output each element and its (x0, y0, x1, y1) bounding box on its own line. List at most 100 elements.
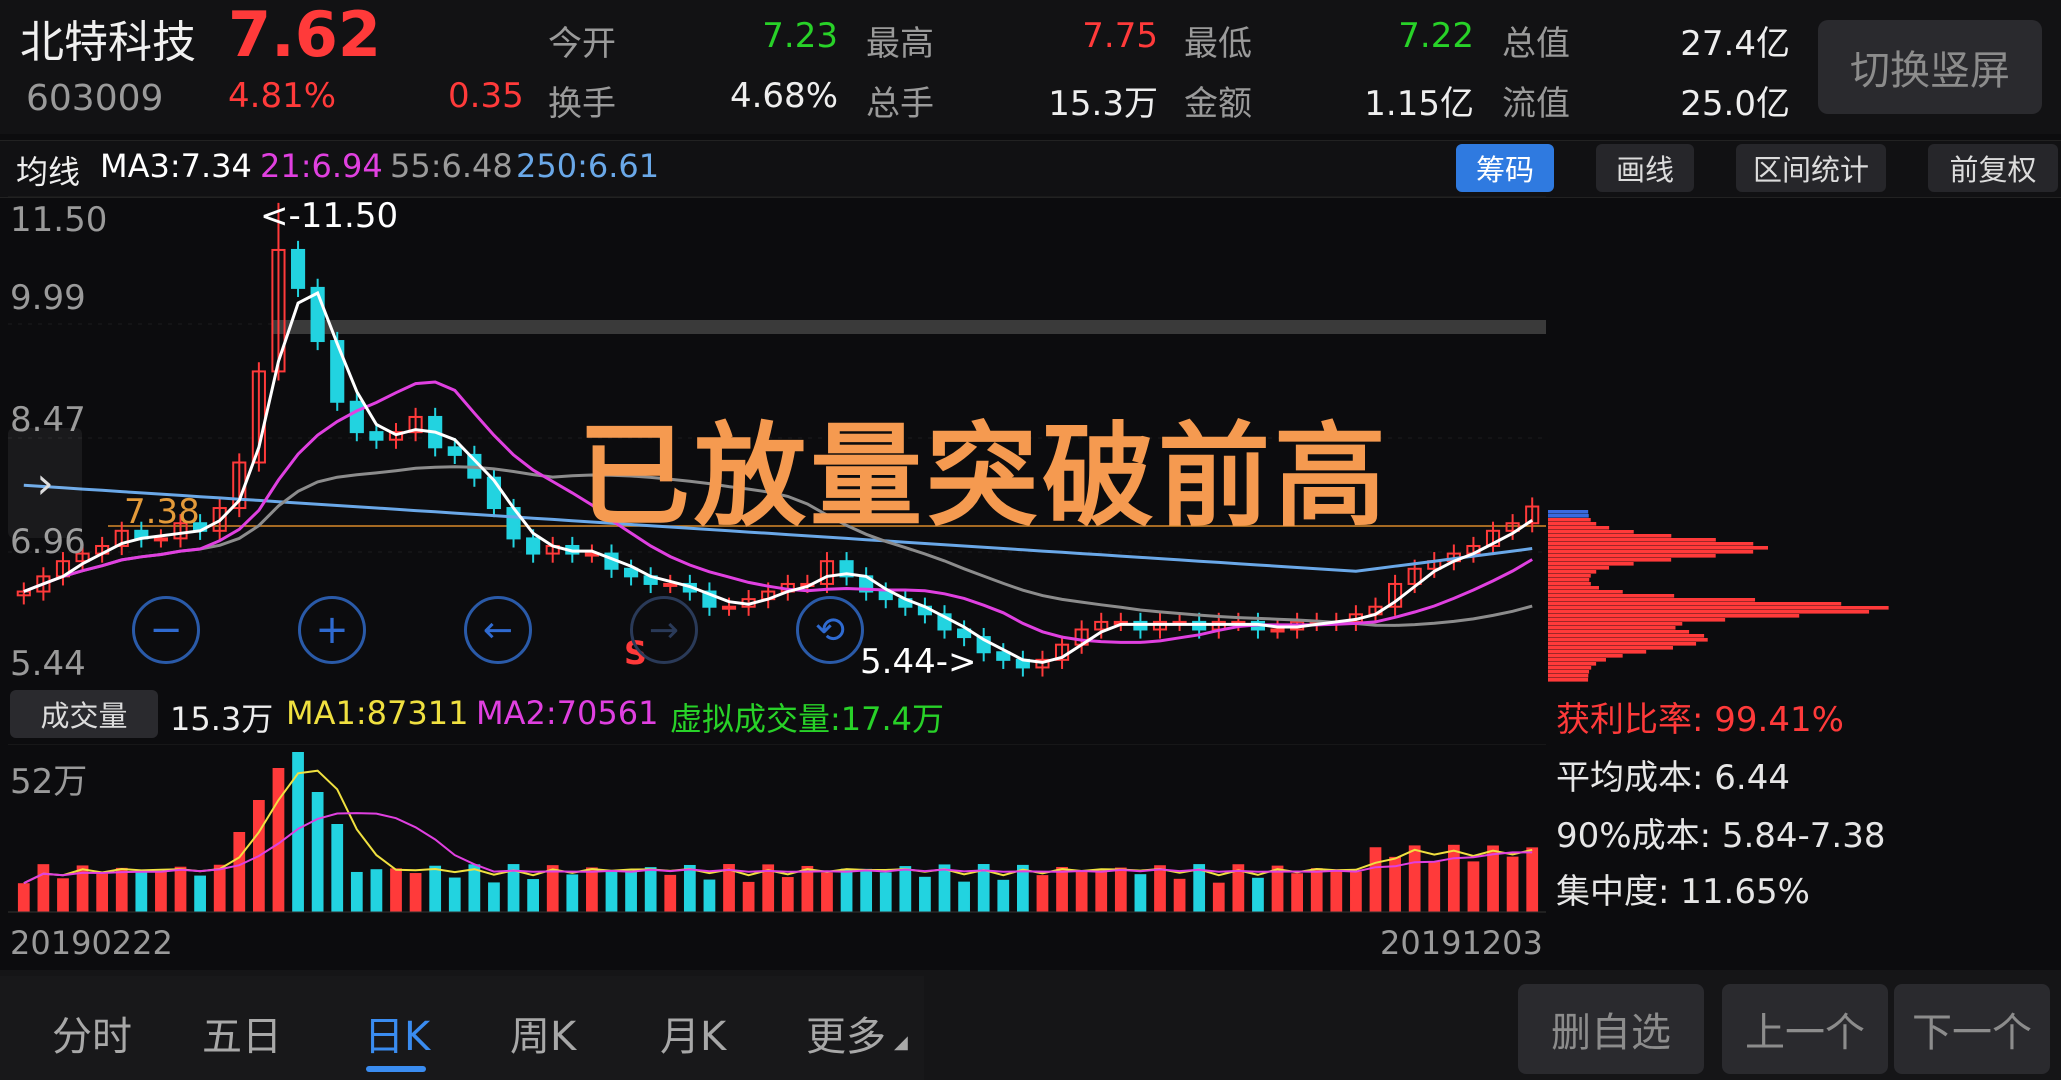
stock-code: 603009 (26, 78, 164, 119)
volume-bar (1467, 861, 1480, 912)
volume-bar (448, 877, 461, 912)
stock-name: 北特科技 (20, 17, 196, 68)
volume-bar (350, 871, 363, 912)
volume-bar (468, 864, 481, 912)
volume-bar (174, 866, 187, 912)
volume-bar (899, 866, 912, 912)
volume-bar (1075, 870, 1088, 912)
candle (290, 248, 306, 289)
volume-axis-label: 52万 (10, 762, 88, 802)
chip-bar (1548, 562, 1634, 566)
volume-bar (1154, 865, 1166, 912)
reset-view-icon[interactable]: ⟲ (796, 596, 864, 664)
arrow-right-icon[interactable]: → (630, 596, 698, 664)
chip-bar (1548, 590, 1623, 594)
chip-bar (1548, 598, 1756, 602)
quote-label-float-cap: 流值 (1502, 84, 1570, 124)
chip-bar (1548, 642, 1697, 646)
volume-bar (311, 792, 324, 912)
quote-value-open: 7.23 (762, 16, 838, 56)
chip-button[interactable]: 筹码 (1456, 144, 1554, 192)
tab-intraday[interactable]: 分时 (52, 1004, 132, 1062)
quote-label-low: 最低 (1184, 24, 1252, 64)
resistance-band (273, 320, 1546, 334)
date-start: 20190222 (10, 924, 173, 962)
avg-cost: 平均成本: 6.44 (1556, 758, 1790, 798)
tab-daily-k[interactable]: 日K (364, 1004, 430, 1062)
draw-line-button[interactable]: 画线 (1596, 144, 1694, 192)
chip-bar (1548, 622, 1683, 626)
chip-bar (1548, 522, 1597, 526)
zoom-out-icon[interactable]: − (132, 596, 200, 664)
quote-label-open: 今开 (548, 24, 616, 64)
volume-bar (1330, 869, 1343, 912)
chip-bar (1548, 646, 1673, 650)
forward-adjust-button[interactable]: 前复权 (1928, 144, 2058, 192)
candle (447, 446, 462, 456)
tab-five-day[interactable]: 五日 (202, 1004, 282, 1062)
volume-bar (1212, 882, 1225, 912)
tab-weekly-k[interactable]: 周K (510, 1004, 576, 1062)
low-annotation: 5.44-> (860, 642, 977, 682)
chip-bar (1548, 670, 1590, 674)
kline-chart[interactable]: 11.50 9.99 8.47 6.96 5.44 <-11.50 5.44->… (8, 196, 1546, 684)
volume-bars-group (17, 752, 1539, 912)
chip-bar (1548, 654, 1623, 658)
remove-watchlist-button[interactable]: 删自选 (1518, 984, 1704, 1074)
volume-bar (664, 874, 677, 912)
volume-bar (135, 869, 148, 912)
volume-bar (1350, 871, 1362, 912)
active-tab-indicator (366, 1066, 426, 1072)
previous-button[interactable]: 上一个 (1722, 984, 1888, 1074)
chip-bar (1548, 634, 1705, 638)
virtual-volume: 虚拟成交量:17.4万 (670, 700, 945, 738)
price-axis-label: 11.50 (10, 200, 108, 240)
ma-indicator-bar: 均线 MA3:7.34 21:6.94 55:6.48 250:6.61 筹码 … (0, 140, 2061, 198)
volume-indicator-bar: 成交量 15.3万 MA1:87311 MA2:70561 虚拟成交量:17.4… (0, 682, 1546, 744)
quote-label-turnover: 换手 (548, 84, 616, 124)
price-axis-label: 5.44 (10, 644, 86, 684)
candle (721, 605, 737, 610)
volume-chart: 52万 (8, 744, 1546, 914)
next-button[interactable]: 下一个 (1894, 984, 2050, 1074)
chevron-right-icon[interactable]: › (8, 428, 82, 538)
candle (663, 582, 678, 587)
volume-bar (488, 882, 500, 912)
arrow-left-icon[interactable]: ← (464, 596, 532, 664)
range-stats-button[interactable]: 区间统计 (1736, 144, 1886, 192)
volume-bar (997, 879, 1010, 912)
volume-bar (566, 874, 579, 912)
chip-profile-svg (1548, 510, 1889, 682)
switch-portrait-button[interactable]: 切换竖屏 (1818, 20, 2042, 114)
tab-more[interactable]: 更多 (806, 1004, 886, 1062)
volume-current: 15.3万 (170, 700, 274, 738)
quote-value-volume: 15.3万 (1048, 84, 1158, 124)
volume-bar (1526, 847, 1539, 912)
volume-bar (860, 868, 873, 912)
chip-bar (1548, 650, 1647, 654)
concentration: 集中度: 11.65% (1556, 872, 1810, 912)
chip-bar (1548, 630, 1690, 634)
chip-bar (1548, 510, 1589, 514)
cost-90: 90%成本: 5.84-7.38 (1556, 816, 1886, 856)
quote-label-amount: 金额 (1184, 84, 1252, 124)
chip-bar (1548, 658, 1606, 662)
volume-bar (1036, 875, 1049, 912)
chip-bar (1548, 526, 1610, 530)
volume-bar (703, 879, 716, 912)
zoom-in-icon[interactable]: + (298, 596, 366, 664)
volume-bar (683, 864, 696, 912)
volume-bar (840, 868, 853, 912)
volume-bar (1114, 867, 1127, 912)
volume-bar (409, 873, 422, 912)
volume-button[interactable]: 成交量 (10, 690, 158, 738)
volume-bar (155, 871, 167, 912)
ma-label: 均线 (16, 153, 81, 191)
volume-bar (821, 872, 833, 912)
tab-monthly-k[interactable]: 月K (660, 1004, 726, 1062)
volume-bar (1369, 847, 1382, 912)
candle (369, 431, 384, 441)
period-tabs (0, 976, 924, 1080)
volume-bar (1310, 868, 1323, 912)
quote-value-float-cap: 25.0亿 (1680, 84, 1790, 124)
